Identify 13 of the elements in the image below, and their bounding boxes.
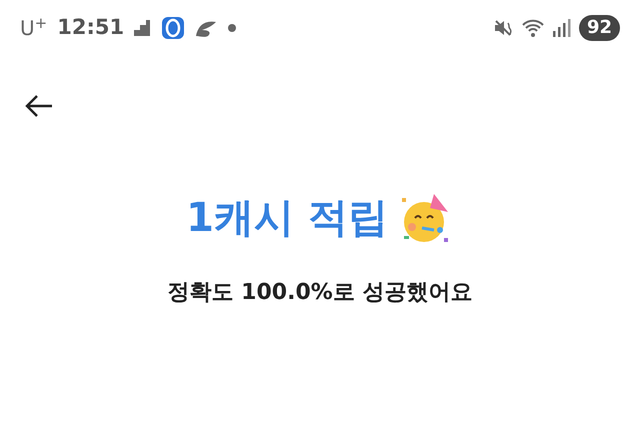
- battery-level: 92: [578, 15, 620, 41]
- stairs-icon: [134, 20, 152, 36]
- mute-icon: [492, 18, 513, 38]
- dot-icon: [228, 24, 236, 32]
- clock-time: 12:51: [57, 14, 124, 42]
- reward-title: 1캐시 적립: [186, 194, 388, 243]
- wifi-icon: [520, 18, 545, 38]
- carrier-label: U$^{+}$: [20, 13, 48, 42]
- back-button[interactable]: [24, 94, 54, 118]
- ring-app-icon: [162, 17, 184, 39]
- back-arrow-icon: [24, 94, 54, 118]
- signal-icon: [552, 19, 571, 37]
- success-message: 정확도 100.0%로 성공했어요: [168, 279, 472, 307]
